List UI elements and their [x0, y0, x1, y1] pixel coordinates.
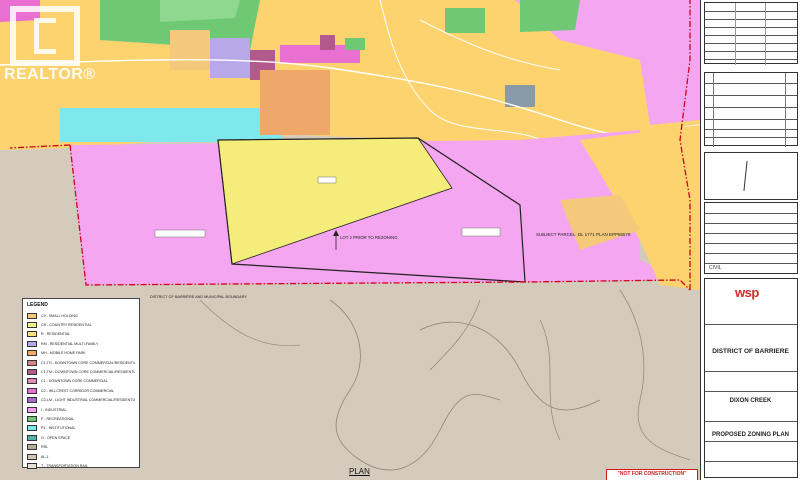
consultant-client-box — [704, 278, 798, 478]
legend-label: I - INDUSTRIAL — [41, 407, 67, 412]
legend-label: MH - MOBILE HOME PARK — [41, 351, 86, 356]
info-box: CIVIL — [704, 202, 798, 274]
legend-item: R - RESIDENTIAL — [27, 330, 135, 339]
legend-label: C1-TH - DOWNTOWN CORE COMMERCIAL/RESIDEN… — [41, 360, 135, 365]
legend-label: CR - COUNTRY RESIDENTIAL — [41, 323, 92, 328]
legend-item: C1-TH - DOWNTOWN CORE COMMERCIAL/RESIDEN… — [27, 358, 135, 367]
realtor-r-mark-icon — [10, 6, 80, 66]
commercial-parcel-a — [320, 35, 335, 50]
revision-table — [704, 72, 798, 147]
legend-swatch — [27, 425, 37, 432]
legend-swatch — [27, 369, 37, 376]
legend-swatch — [27, 350, 37, 357]
label-box-lot — [317, 176, 337, 184]
legend-label: C3-I-M - LIGHT INDUSTRIAL COMMERCIAL/RES… — [41, 398, 135, 403]
legend-swatch — [27, 406, 37, 413]
map-legend: LEGEND C9 - SMALL HOLDING CR - COUNTRY RE… — [22, 298, 140, 471]
legend-item: MH - MOBILE HOME PARK — [27, 349, 135, 358]
green-zone-northeast — [520, 0, 580, 32]
seal-mark: CIVIL — [709, 265, 722, 271]
legend-swatch — [27, 453, 37, 460]
subject-parcel-label: SUBJECT PARCEL: DL 1771 PLAN EPP85578 — [536, 232, 631, 237]
legend-swatch — [27, 444, 37, 451]
cyan-institutional-zone — [60, 108, 282, 142]
legend-label: C1-TM - DOWNTOWN CORE COMMERCIAL/RESIDEN… — [41, 370, 135, 375]
realtor-watermark: REALTOR® — [0, 0, 98, 96]
district-boundary-label: DISTRICT OF BARRIÈRE AND MUNICIPAL BOUND… — [150, 294, 247, 299]
legend-label: AL-1 — [41, 454, 49, 459]
legend-swatch — [27, 378, 37, 385]
realtor-wordmark: REALTOR® — [4, 66, 96, 83]
legend-title: LEGEND — [27, 302, 48, 308]
legend-swatch — [27, 397, 37, 404]
green-parcel-center — [445, 8, 485, 33]
legend-swatch — [27, 387, 37, 394]
legend-swatch — [27, 415, 37, 422]
legend-label: RM - RESIDENTIAL MULTI-FAMILY — [41, 341, 99, 346]
legend-item: C9 - SMALL HOLDING — [27, 311, 135, 320]
legend-swatch — [27, 340, 37, 347]
legend-item: I - INDUSTRIAL — [27, 405, 135, 414]
legend-list: C9 - SMALL HOLDING CR - COUNTRY RESIDENTI… — [27, 311, 135, 471]
key-plan-box — [704, 2, 798, 65]
legend-label: R - RESIDENTIAL — [41, 332, 71, 337]
legend-item: RM - RESIDENTIAL MULTI-FAMILY — [27, 339, 135, 348]
legend-item: P - RECREATIONAL — [27, 414, 135, 423]
legend-label: T - TRANSPORTATION RAIL — [41, 463, 88, 468]
legend-label: C9 - SMALL HOLDING — [41, 313, 78, 318]
legend-item: C1 - DOWNTOWN CORE COMMERCIAL — [27, 377, 135, 386]
legend-item: P1 - INSTITUTIONAL — [27, 424, 135, 433]
project-name: DIXON CREEK — [729, 398, 772, 404]
label-box-east — [461, 227, 501, 237]
stamp-text: "NOT FOR CONSTRUCTION" — [617, 471, 687, 477]
legend-label: O - OPEN SPACE — [41, 435, 71, 440]
small-holding-zone — [170, 30, 210, 70]
title-block: CIVIL wsp DISTRICT OF BARRIERE DIXON CRE… — [700, 0, 800, 480]
legend-swatch — [27, 331, 37, 338]
legend-item: CR - COUNTRY RESIDENTIAL — [27, 320, 135, 329]
wsp-logo: wsp — [735, 285, 759, 300]
plan-label: PLAN — [349, 467, 370, 476]
legend-label: P1 - INSTITUTIONAL — [41, 426, 76, 431]
legend-item: RRL — [27, 442, 135, 451]
legend-swatch — [27, 434, 37, 441]
mobile-home-zone — [260, 70, 330, 135]
legend-item: AL-1 — [27, 452, 135, 461]
legend-label: C1 - DOWNTOWN CORE COMMERCIAL — [41, 379, 108, 384]
seal-box — [704, 152, 798, 200]
green-parcel-b — [345, 38, 365, 50]
legend-item: C3-I-M - LIGHT INDUSTRIAL COMMERCIAL/RES… — [27, 396, 135, 405]
drawing-title: PROPOSED ZONING PLAN — [711, 432, 789, 438]
label-box-west — [154, 229, 206, 238]
legend-swatch — [27, 312, 37, 319]
legend-label: P - RECREATIONAL — [41, 416, 75, 421]
legend-swatch — [27, 322, 37, 329]
multi-family-zone — [210, 38, 250, 78]
legend-label: C2 - HILLCREST CORRIDOR COMMERCIAL — [41, 388, 115, 393]
legend-label: RRL — [41, 445, 49, 450]
legend-item: O - OPEN SPACE — [27, 433, 135, 442]
legend-item: T - TRANSPORTATION RAIL — [27, 461, 135, 470]
legend-swatch — [27, 359, 37, 366]
not-for-construction-stamp: "NOT FOR CONSTRUCTION" — [606, 469, 698, 480]
legend-item: C2 - HILLCREST CORRIDOR COMMERCIAL — [27, 386, 135, 395]
legend-swatch — [27, 462, 37, 469]
client-name: DISTRICT OF BARRIERE — [712, 348, 789, 355]
zoning-map[interactable]: LOT 2 PRIOR TO REZONING SUBJECT PARCEL: … — [0, 0, 700, 480]
lot-2-label: LOT 2 PRIOR TO REZONING — [340, 235, 398, 240]
legend-item: C1-TM - DOWNTOWN CORE COMMERCIAL/RESIDEN… — [27, 367, 135, 376]
